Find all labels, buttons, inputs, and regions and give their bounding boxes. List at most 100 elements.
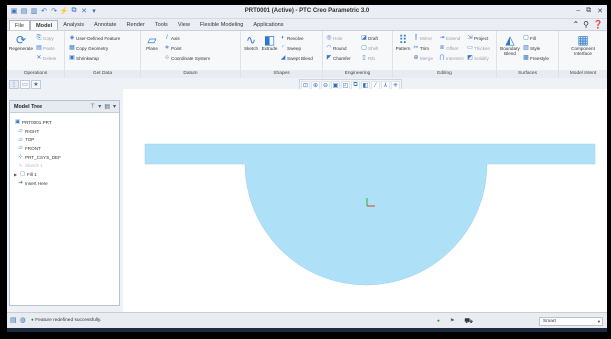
selection-filter-dropdown[interactable]: Smart ▾ <box>539 317 603 326</box>
boundary-blend-button[interactable]: ◭ Boundary Blend <box>499 33 521 57</box>
group-label-shapes[interactable]: Shapes <box>241 70 322 78</box>
offset-icon: ⧈ <box>440 45 444 51</box>
tab-file[interactable]: File <box>9 20 31 30</box>
plane-button[interactable]: ▱ Plane <box>143 33 161 52</box>
tab-model[interactable]: Model <box>30 20 59 30</box>
datum-plane-icon: ▱ <box>18 145 23 152</box>
thicken-icon: ▭ <box>467 45 473 51</box>
navigator-toggle-icon[interactable]: ▤ <box>10 316 17 324</box>
trim-button[interactable]: ✂ Trim <box>413 45 429 51</box>
udf-icon: ◈ <box>69 35 75 41</box>
close-button[interactable]: ✕ <box>597 7 603 15</box>
delete-button[interactable]: ✕ Delete <box>36 55 56 61</box>
shell-button[interactable]: ▢ Shell <box>361 45 378 51</box>
group-label-operations[interactable]: Operations <box>7 70 64 78</box>
swept-blend-button[interactable]: ◢ Swept Blend <box>280 55 313 61</box>
extend-button[interactable]: ⇥ Extend <box>439 35 460 41</box>
chamfer-button[interactable]: ◤ Chamfer <box>326 55 351 61</box>
group-label-editing[interactable]: Editing <box>393 70 496 78</box>
group-label-engineering[interactable]: Engineering <box>323 70 392 78</box>
rib-icon: ▯ <box>362 55 366 61</box>
draft-button[interactable]: ◪ Draft <box>361 35 378 41</box>
revolve-button[interactable]: ◐ Revolve <box>280 35 303 41</box>
tree-item-insert-here[interactable]: ➜ Insert Here <box>14 179 117 188</box>
tree-filters-icon[interactable]: ▤ <box>104 103 110 110</box>
regenerate-button[interactable]: ⟳ Regenerate <box>9 33 33 52</box>
group-label-model-intent[interactable]: Model Intent <box>559 70 607 78</box>
fill-icon: ▢ <box>19 171 26 178</box>
tab-applications[interactable]: Applications <box>248 20 288 30</box>
tree-item-csys[interactable]: ⊹ PRT_CSYS_DEF <box>14 153 117 162</box>
regen-status-icon[interactable]: ● <box>437 319 440 324</box>
tree-settings-icon[interactable]: ⊤ <box>90 103 95 110</box>
flag-icon[interactable]: ⚑ <box>450 319 454 324</box>
project-icon: ⇲ <box>467 35 473 41</box>
copy-geometry-button[interactable]: ▦ Copy Geometry <box>69 45 108 51</box>
tree-item-front[interactable]: ▱ FRONT <box>14 144 117 153</box>
help-icon[interactable]: ❓ <box>593 20 603 29</box>
project-button[interactable]: ⇲ Project <box>467 35 488 41</box>
group-label-get-data[interactable]: Get Data <box>65 70 140 78</box>
selection-icon[interactable]: ⛟ <box>464 317 473 326</box>
group-editing: ⠿ Pattern ⫿ Mirror ✂ Trim ⊕ Merge ⇥ Extend ⧈… <box>393 31 497 78</box>
mirror-button[interactable]: ⫿ Mirror <box>413 35 432 41</box>
copy-icon: ⎘ <box>36 35 42 41</box>
fill-surface[interactable] <box>144 143 596 286</box>
tab-render[interactable]: Render <box>121 20 149 30</box>
tree-item-sketch[interactable]: ∿ Sketch 1 <box>14 161 117 170</box>
group-label-datum[interactable]: Datum <box>141 70 240 78</box>
sweep-button[interactable]: ◜ Sweep <box>280 45 301 51</box>
fill-button[interactable]: ▢ Fill <box>523 35 536 41</box>
tab-analysis[interactable]: Analysis <box>58 20 89 30</box>
hole-button[interactable]: ◎ Hole <box>326 35 342 41</box>
style-button[interactable]: ▨ Style <box>523 45 540 51</box>
group-label-surfaces[interactable]: Surfaces <box>497 70 558 78</box>
point-button[interactable]: ∗ Point <box>164 45 181 51</box>
folder-browser-tab-icon[interactable]: ▭ <box>20 80 30 89</box>
tree-settings-dropdown-icon[interactable]: ▾ <box>98 103 101 110</box>
tree-filters-dropdown-icon[interactable]: ▾ <box>113 103 116 110</box>
tab-tools[interactable]: Tools <box>150 20 173 30</box>
merge-button[interactable]: ⊕ Merge <box>413 55 433 61</box>
shrinkwrap-button[interactable]: ▣ Shrinkwrap <box>69 55 99 61</box>
tree-item-right[interactable]: ▱ RIGHT <box>14 127 117 136</box>
maximize-button[interactable]: ⧉ <box>586 7 591 15</box>
offset-button[interactable]: ⧈ Offset <box>439 45 458 51</box>
copy-button[interactable]: ⎘ Copy <box>36 35 54 41</box>
tree-item-top[interactable]: ▱ TOP <box>14 135 117 144</box>
rib-button[interactable]: ▯ Rib <box>361 55 375 61</box>
freestyle-button[interactable]: ▩ Freestyle <box>523 55 549 61</box>
tab-flexible-modeling[interactable]: Flexible Modeling <box>195 20 249 30</box>
csys-button[interactable]: ⊹ Coordinate System <box>164 55 210 61</box>
sketch-button[interactable]: ∿ Sketch <box>243 33 259 52</box>
thicken-button[interactable]: ▭ Thicken <box>467 45 490 51</box>
minimize-button[interactable]: – <box>576 7 580 15</box>
group-engineering: ◎ Hole ◠ Round ◤ Chamfer ◪ Draft ▢ Shell ▯ Rib… <box>323 31 393 78</box>
favorites-tab-icon[interactable]: ★ <box>31 80 41 89</box>
shell-icon: ▢ <box>361 45 367 51</box>
search-icon[interactable]: ⚲ <box>583 20 589 29</box>
axis-button[interactable]: / Axis <box>164 35 180 41</box>
tree-item-fill[interactable]: ▶ ▢ Fill 1 <box>14 170 117 179</box>
extrude-button[interactable]: ◧ Extrude <box>261 33 278 52</box>
tab-view[interactable]: View <box>173 20 195 30</box>
collapse-ribbon-icon[interactable]: ⌃ <box>572 20 579 29</box>
component-interface-button[interactable]: ▦ Component Interface <box>565 33 601 57</box>
pattern-button[interactable]: ⠿ Pattern <box>395 33 411 52</box>
round-button[interactable]: ◠ Round <box>326 45 346 51</box>
intersect-button[interactable]: ⋂ Intersect <box>439 55 464 61</box>
message-bullet-icon: ● <box>31 318 34 323</box>
tab-annotate[interactable]: Annotate <box>89 20 121 30</box>
browser-toggle-icon[interactable]: ◍ <box>20 316 26 324</box>
model-tree-tab-icon[interactable]: ⋮ <box>9 80 19 89</box>
sketch-icon: ∿ <box>18 162 23 169</box>
group-datum: ▱ Plane / Axis ∗ Point ⊹ Coordinate System … <box>141 31 241 78</box>
paste-button[interactable]: ▤ Paste <box>36 45 55 51</box>
udf-button[interactable]: ◈ User-Defined Feature <box>69 35 120 41</box>
tree-item-part[interactable]: ▣ PRT0001.PRT <box>14 118 117 127</box>
graphics-area[interactable] <box>123 89 607 312</box>
part-icon: ▣ <box>14 119 21 126</box>
datum-plane-icon: ▱ <box>18 136 23 143</box>
solidify-button[interactable]: ◩ Solidify <box>467 55 489 61</box>
insert-here-icon: ➜ <box>18 180 23 187</box>
